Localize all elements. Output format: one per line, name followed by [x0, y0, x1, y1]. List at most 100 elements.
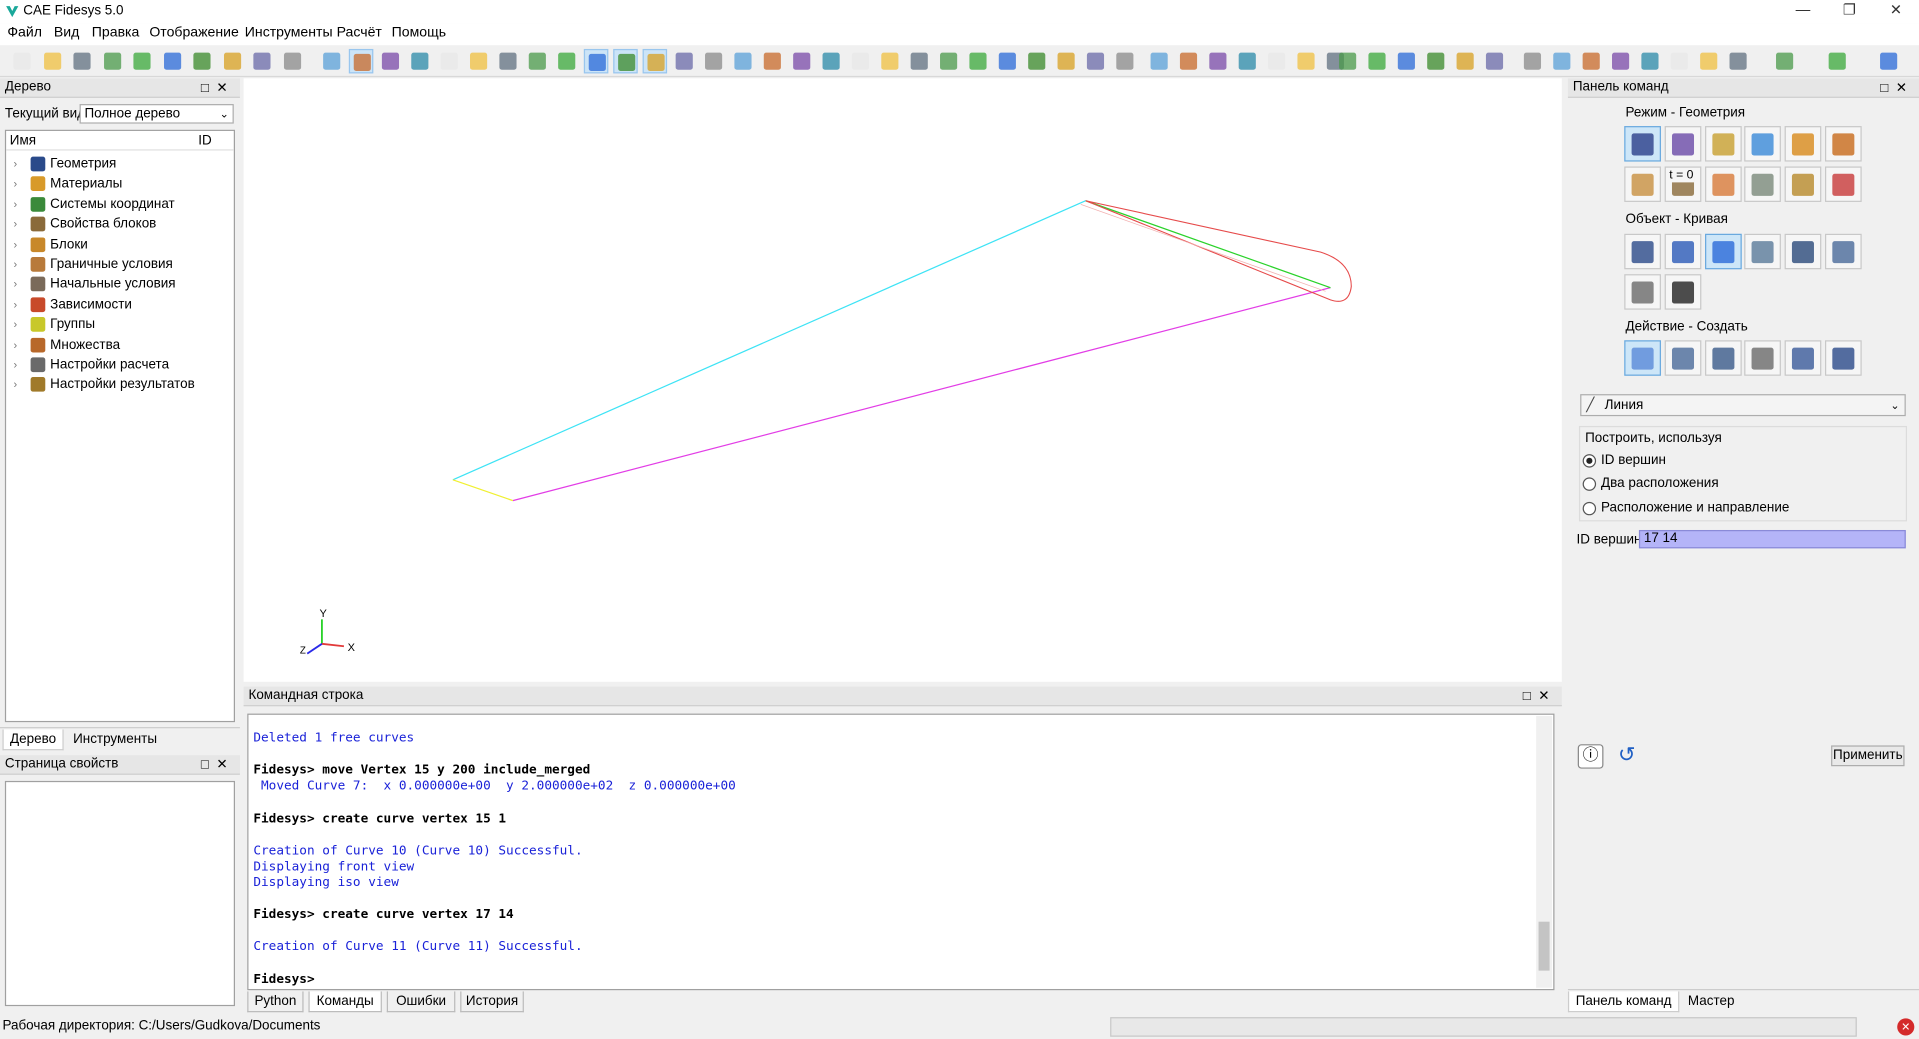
toolbar-tool-icon[interactable] — [496, 49, 520, 73]
toolbar-tool-icon[interactable] — [1772, 49, 1796, 73]
toolbar-tool-icon[interactable] — [1876, 49, 1900, 73]
tab-tools[interactable]: Инструменты — [69, 730, 162, 751]
toolbar-tool-icon[interactable] — [1667, 49, 1691, 73]
tab-commands[interactable]: Команды — [308, 991, 382, 1013]
tree-item[interactable]: › Начальные условия — [6, 275, 231, 295]
tree-item[interactable]: › Граничные условия — [6, 255, 231, 275]
toolbar-tool-icon[interactable] — [378, 49, 402, 73]
toolbar-tool-icon[interactable] — [1264, 49, 1288, 73]
toolbar-tool-icon[interactable] — [731, 49, 755, 73]
modify-action-icon[interactable] — [1664, 340, 1702, 376]
toolbar-tool-icon[interactable] — [160, 49, 184, 73]
split-action-icon[interactable] — [1704, 340, 1742, 376]
coordinates-mode-icon[interactable] — [1744, 126, 1782, 162]
radio-two-locations[interactable] — [1582, 477, 1597, 491]
toolbar-tool-icon[interactable] — [1696, 49, 1720, 73]
menu-help[interactable]: Помощь — [392, 26, 446, 41]
tree-item[interactable]: › Настройки расчета — [6, 355, 231, 375]
toolbar-tool-icon[interactable] — [280, 49, 304, 73]
console-scrollbar[interactable] — [1536, 716, 1553, 988]
info-icon[interactable]: ⓘ — [1577, 744, 1604, 769]
tab-master[interactable]: Мастер — [1684, 991, 1738, 1012]
toolbar-tool-icon[interactable] — [1579, 49, 1603, 73]
toolbar-tool-icon[interactable] — [466, 49, 490, 73]
toolbar-tool-icon[interactable] — [437, 49, 461, 73]
curve-yellow[interactable] — [452, 479, 514, 502]
toolbar-tool-icon[interactable] — [10, 49, 34, 73]
menu-edit[interactable]: Правка — [92, 26, 140, 41]
group-object-icon[interactable] — [1824, 233, 1862, 270]
tab-history[interactable]: История — [460, 991, 524, 1013]
surface-object-icon[interactable] — [1664, 233, 1702, 270]
toolbar-tool-icon[interactable] — [1235, 49, 1259, 73]
ruler-object-icon[interactable] — [1624, 274, 1661, 310]
toolbar-tool-icon[interactable] — [1520, 49, 1544, 73]
mesh-mode-icon[interactable] — [1664, 126, 1702, 162]
toolbar-tool-icon[interactable] — [848, 49, 872, 73]
tree-item[interactable]: › Системы координат — [6, 194, 231, 214]
analysis-mode-icon[interactable] — [1824, 166, 1862, 202]
expand-arrow-icon[interactable]: › — [13, 154, 17, 174]
copy-action-icon[interactable] — [1824, 340, 1862, 376]
close-window-button[interactable]: ✕ — [1868, 0, 1919, 23]
tree-item[interactable]: › Множества — [6, 335, 231, 355]
toolbar-tool-icon[interactable] — [1638, 49, 1662, 73]
error-indicator-icon[interactable]: ✕ — [1897, 1018, 1915, 1036]
expand-arrow-icon[interactable]: › — [13, 275, 17, 295]
toolbar-tool-icon[interactable] — [1024, 49, 1048, 73]
menu-calculation[interactable]: Расчёт — [337, 26, 382, 41]
toolbar-tool-icon[interactable] — [190, 49, 214, 73]
console-output[interactable]: Deleted 1 free curves Fidesys> move Verte… — [247, 713, 1555, 991]
toolbar-tool-icon[interactable] — [1394, 49, 1418, 73]
tree-item[interactable]: › Геометрия — [6, 154, 231, 174]
tree-item[interactable]: › Группы — [6, 315, 231, 335]
toolbar-tool-icon[interactable] — [1550, 49, 1574, 73]
toolbar-tool-icon[interactable] — [348, 48, 374, 74]
curve-type-select[interactable]: ╱ Линия ⌄ — [1580, 394, 1906, 417]
curve-magenta[interactable] — [512, 287, 1331, 502]
initial-mode-icon[interactable]: t = 0 — [1664, 166, 1702, 202]
toolbar-tool-icon[interactable] — [1113, 49, 1137, 73]
materials-mode-icon[interactable] — [1704, 126, 1742, 162]
viewport-3d[interactable]: Y X Z — [243, 78, 1562, 682]
radio-vertex-ids[interactable] — [1582, 454, 1597, 468]
expand-arrow-icon[interactable]: › — [13, 335, 17, 355]
toolbar-tool-icon[interactable] — [1294, 49, 1318, 73]
toolbar-tool-icon[interactable] — [1608, 49, 1632, 73]
toolbar-tool-icon[interactable] — [408, 49, 432, 73]
tree-item[interactable]: › Настройки результатов — [6, 375, 231, 395]
body-object-icon[interactable] — [1784, 233, 1822, 270]
toolbar-tool-icon[interactable] — [1453, 49, 1477, 73]
menu-view[interactable]: Вид — [54, 26, 79, 41]
text-object-icon[interactable] — [1664, 274, 1702, 310]
apply-button[interactable]: Применить — [1831, 745, 1905, 767]
toolbar-tool-icon[interactable] — [789, 49, 813, 73]
toolbar-tool-icon[interactable] — [250, 49, 274, 73]
expand-arrow-icon[interactable]: › — [13, 355, 17, 375]
expand-arrow-icon[interactable]: › — [13, 315, 17, 335]
toolbar-tool-icon[interactable] — [760, 49, 784, 73]
toolbar-tool-icon[interactable] — [100, 49, 124, 73]
toolbar-tool-icon[interactable] — [1825, 49, 1849, 73]
tree-item[interactable]: › Блоки — [6, 235, 231, 255]
menu-file[interactable]: Файл — [7, 26, 42, 41]
expand-arrow-icon[interactable]: › — [13, 214, 17, 234]
tree-dock-buttons[interactable]: □✕ — [201, 80, 235, 96]
tab-python[interactable]: Python — [247, 991, 304, 1013]
toolbar-tool-icon[interactable] — [995, 49, 1019, 73]
delete-action-icon[interactable] — [1784, 340, 1822, 376]
toolbar-tool-icon[interactable] — [1726, 49, 1750, 73]
toolbar-tool-icon[interactable] — [936, 49, 960, 73]
toolbar-tool-icon[interactable] — [907, 49, 931, 73]
expand-arrow-icon[interactable]: › — [13, 255, 17, 275]
reset-icon[interactable]: ↺ — [1614, 743, 1638, 767]
curve-cyan[interactable] — [452, 200, 1086, 481]
toolbar-tool-icon[interactable] — [672, 49, 696, 73]
menu-display[interactable]: Отображение — [149, 26, 239, 41]
toolbar-tool-icon[interactable] — [70, 49, 94, 73]
expand-arrow-icon[interactable]: › — [13, 375, 17, 395]
toolbar-tool-icon[interactable] — [701, 49, 725, 73]
sets-mode-icon[interactable] — [1824, 126, 1862, 162]
expand-arrow-icon[interactable]: › — [13, 194, 17, 214]
toolbar-tool-icon[interactable] — [613, 48, 638, 74]
